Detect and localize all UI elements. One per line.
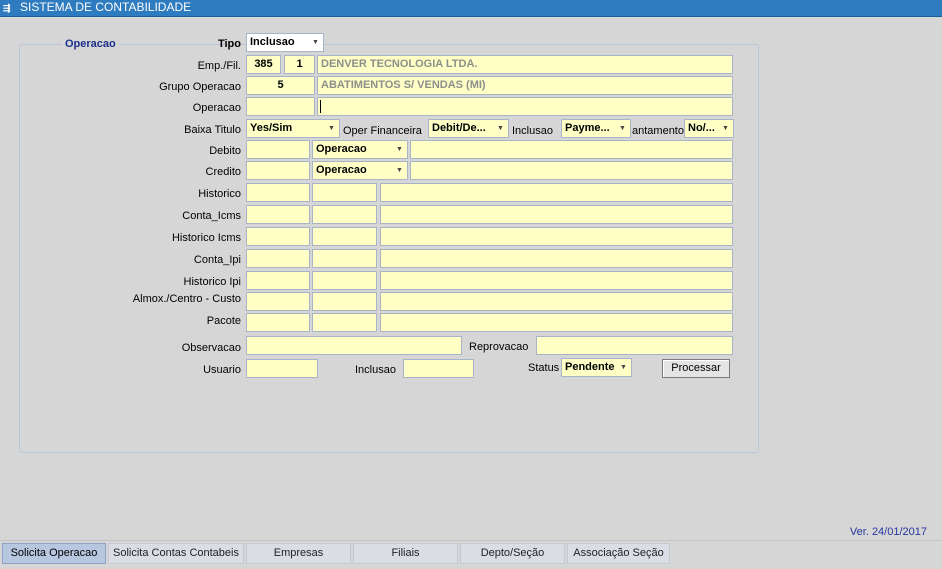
conta-icms-sub-field[interactable] [312, 205, 377, 224]
reprovacao-field[interactable] [536, 336, 733, 355]
conta-ipi-code-field[interactable] [246, 249, 310, 268]
baixa-titulo-value: Yes/Sim [250, 122, 293, 134]
almox-sub-field[interactable] [312, 292, 377, 311]
inclusao-date-field[interactable] [403, 359, 474, 378]
grupo-operacao-label: Grupo Operacao [159, 81, 241, 93]
status-label: Status [528, 362, 560, 374]
chevron-down-icon[interactable]: ▼ [617, 360, 630, 375]
tab-solicita-operacao[interactable]: Solicita Operacao [2, 543, 106, 564]
baixa-titulo-select[interactable]: Yes/Sim ▼ [246, 119, 340, 138]
tab-depto-secao[interactable]: Depto/Seção [460, 543, 565, 564]
emp-fil-label: Emp./Fil. [197, 60, 241, 72]
fil-code-field[interactable]: 1 [284, 55, 315, 74]
historico-desc-field[interactable] [380, 183, 733, 202]
credito-code-field[interactable] [246, 161, 310, 180]
grupo-operacao-name-field: ABATIMENTOS S/ VENDAS (MI) [317, 76, 733, 95]
oper-financeira-value: Debit/De... [432, 122, 486, 134]
pacote-desc-field[interactable] [380, 313, 733, 332]
status-value: Pendente [565, 361, 615, 373]
historico-ipi-desc-field[interactable] [380, 271, 733, 290]
chevron-down-icon[interactable]: ▼ [616, 121, 629, 136]
historico-ipi-sub-field[interactable] [312, 271, 377, 290]
inclusao-combo-select[interactable]: Payme... ▼ [561, 119, 631, 138]
chevron-down-icon[interactable]: ▼ [494, 121, 507, 136]
conta-icms-code-field[interactable] [246, 205, 310, 224]
tab-solicita-contas-contabeis[interactable]: Solicita Contas Contabeis [108, 543, 244, 564]
almox-centro-custo-label: Almox./Centro - Custo [132, 293, 241, 305]
oper-financeira-select[interactable]: Debit/De... ▼ [428, 119, 509, 138]
bottom-tab-bar: Solicita Operacao Solicita Contas Contab… [0, 540, 942, 569]
observacao-field[interactable] [246, 336, 462, 355]
conta-icms-desc-field[interactable] [380, 205, 733, 224]
inclusao-date-label: Inclusao [355, 364, 396, 376]
version-label: Ver. 24/01/2017 [849, 526, 927, 538]
processar-button[interactable]: Processar [662, 359, 730, 378]
tipo-select[interactable]: Inclusao ▼ [246, 33, 324, 52]
almox-desc-field[interactable] [380, 292, 733, 311]
lancamento-value: No/... [688, 122, 715, 134]
historico-code-field[interactable] [246, 183, 310, 202]
historico-ipi-label: Historico Ipi [183, 276, 241, 288]
usuario-label: Usuario [203, 364, 241, 376]
operacao-code-field[interactable] [246, 97, 315, 116]
debito-label: Debito [209, 145, 241, 157]
lancamento-select[interactable]: No/... ▼ [684, 119, 734, 138]
credito-desc-field[interactable] [410, 161, 733, 180]
conta-ipi-sub-field[interactable] [312, 249, 377, 268]
operacao-label: Operacao [192, 102, 241, 114]
observacao-label: Observacao [181, 342, 241, 354]
historico-icms-code-field[interactable] [246, 227, 310, 246]
historico-sub-field[interactable] [312, 183, 377, 202]
window-titlebar: ⇶ SISTEMA DE CONTABILIDADE [0, 0, 942, 17]
historico-ipi-code-field[interactable] [246, 271, 310, 290]
credito-type-select[interactable]: Operacao ▼ [312, 161, 408, 180]
chevron-down-icon[interactable]: ▼ [719, 121, 732, 136]
inclusao-combo-value: Payme... [565, 122, 610, 134]
emp-code-field[interactable]: 385 [246, 55, 281, 74]
credito-label: Credito [205, 166, 241, 178]
debito-code-field[interactable] [246, 140, 310, 159]
tipo-label: Tipo [217, 38, 241, 50]
chevron-down-icon[interactable]: ▼ [393, 142, 406, 157]
tab-associacao-secao[interactable]: Associação Seção [567, 543, 670, 564]
debito-type-select[interactable]: Operacao ▼ [312, 140, 408, 159]
chevron-down-icon[interactable]: ▼ [309, 35, 322, 50]
text-cursor [320, 100, 321, 113]
status-select[interactable]: Pendente ▼ [561, 358, 632, 377]
almox-code-field[interactable] [246, 292, 310, 311]
grupo-operacao-code-field[interactable]: 5 [246, 76, 315, 95]
tab-empresas[interactable]: Empresas [246, 543, 351, 564]
lancamento-label: antamento [632, 125, 684, 137]
reprovacao-label: Reprovacao [469, 341, 529, 353]
historico-icms-label: Historico Icms [171, 232, 241, 244]
tipo-value: Inclusao [250, 36, 295, 48]
debito-desc-field[interactable] [410, 140, 733, 159]
chevron-down-icon[interactable]: ▼ [325, 121, 338, 136]
window-title: SISTEMA DE CONTABILIDADE [20, 0, 192, 14]
tab-filiais[interactable]: Filiais [353, 543, 458, 564]
conta-ipi-desc-field[interactable] [380, 249, 733, 268]
credito-type-value: Operacao [316, 164, 367, 176]
app-window-icon[interactable]: ⇶ [3, 3, 14, 14]
operacao-name-field[interactable] [317, 97, 733, 116]
main-form-area: Operacao Tipo Inclusao ▼ Emp./Fil. 385 1… [0, 17, 942, 540]
usuario-field[interactable] [246, 359, 318, 378]
group-title: Operacao [62, 38, 119, 50]
pacote-label: Pacote [206, 315, 241, 327]
historico-label: Historico [198, 188, 241, 200]
inclusao-combo-label: Inclusao [512, 125, 553, 137]
chevron-down-icon[interactable]: ▼ [393, 163, 406, 178]
debito-type-value: Operacao [316, 143, 367, 155]
conta-ipi-label: Conta_Ipi [193, 254, 241, 266]
conta-icms-label: Conta_Icms [182, 210, 241, 222]
historico-icms-sub-field[interactable] [312, 227, 377, 246]
historico-icms-desc-field[interactable] [380, 227, 733, 246]
pacote-code-field[interactable] [246, 313, 310, 332]
pacote-sub-field[interactable] [312, 313, 377, 332]
baixa-titulo-label: Baixa Titulo [184, 124, 241, 136]
empresa-name-field: DENVER TECNOLOGIA LTDA. [317, 55, 733, 74]
oper-financeira-label: Oper Financeira [343, 125, 422, 137]
